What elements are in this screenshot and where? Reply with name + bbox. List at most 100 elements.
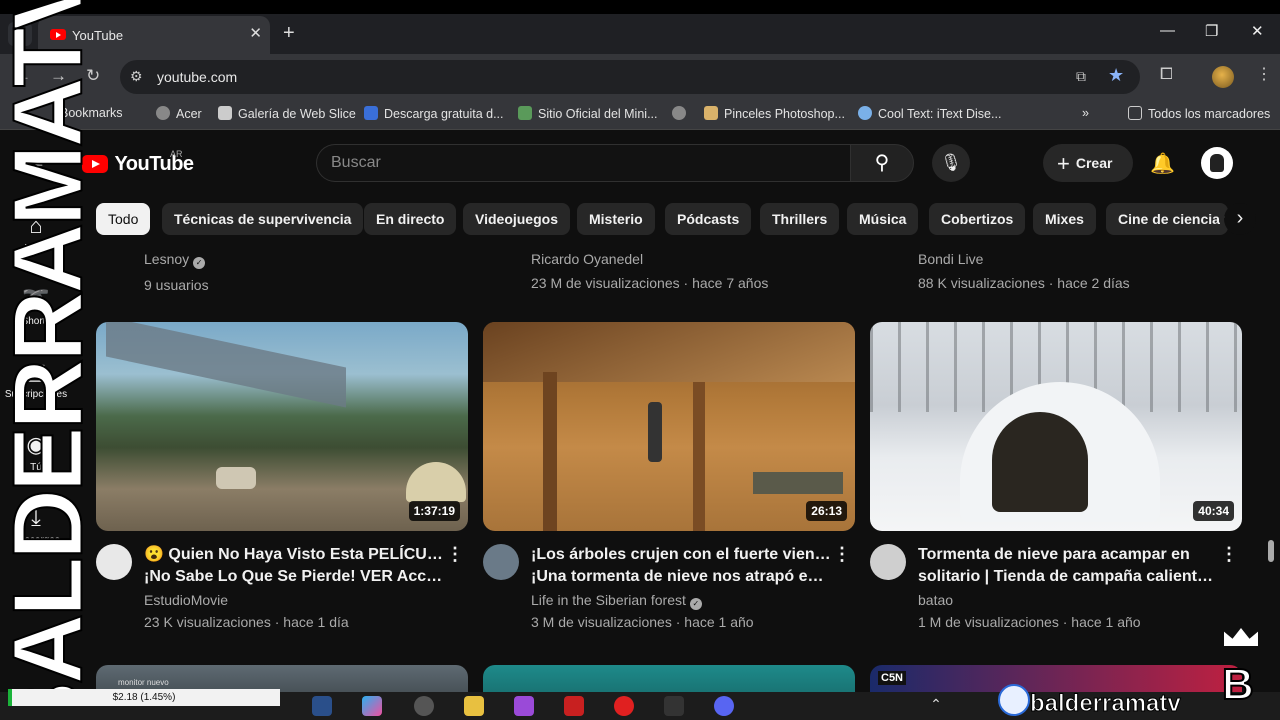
brush-icon bbox=[704, 106, 718, 120]
video-channel[interactable]: Ricardo Oyanedel bbox=[531, 251, 768, 267]
site-info-icon[interactable]: ⚙ bbox=[130, 68, 143, 85]
all-bookmarks[interactable]: Todos los marcadores bbox=[1128, 106, 1270, 121]
app-icon[interactable] bbox=[564, 696, 584, 716]
video-thumbnail[interactable]: 40:34 bbox=[870, 322, 1242, 531]
forward-arrow-icon[interactable]: → bbox=[50, 66, 67, 86]
create-label: Crear bbox=[1075, 155, 1113, 171]
scrollbar-thumb[interactable] bbox=[1268, 540, 1274, 562]
sidebar-item-label: Inicio bbox=[24, 243, 48, 254]
bookmark-item[interactable]: Acer bbox=[156, 106, 202, 121]
chip-thrillers[interactable]: Thrillers bbox=[760, 203, 840, 235]
chip-ciencia-ficcion[interactable]: Cine de ciencia f bbox=[1106, 203, 1228, 235]
chip-videojuegos[interactable]: Videojuegos bbox=[463, 203, 570, 235]
prev-video-meta: Lesnoy ✓ 9 usuarios bbox=[144, 251, 209, 293]
search-input[interactable] bbox=[331, 154, 831, 172]
bookmark-item[interactable]: Pinceles Photoshop... bbox=[704, 106, 845, 121]
channel-avatar[interactable] bbox=[96, 544, 132, 580]
sidebar-item-inicio[interactable]: ⌂ Inicio bbox=[0, 213, 72, 254]
extensions-icon[interactable]: ⧠ bbox=[1160, 66, 1173, 84]
tab-search-button[interactable]: ⌄ bbox=[8, 22, 32, 46]
create-button[interactable]: + Crear bbox=[1043, 144, 1133, 182]
epic-games-icon[interactable] bbox=[664, 696, 684, 716]
bookmark-item[interactable]: Galería de Web Slice bbox=[218, 106, 356, 121]
video-title[interactable]: Tormenta de nieve para acampar en solita… bbox=[918, 544, 1218, 588]
channel-avatar[interactable] bbox=[870, 544, 906, 580]
chip-todo[interactable]: Todo bbox=[96, 203, 151, 235]
channel-avatar[interactable] bbox=[483, 544, 519, 580]
install-app-icon[interactable]: ⧉ bbox=[1076, 68, 1086, 85]
video-card[interactable]: 1:37:19 😮 Quien No Haya Visto Esta PELÍC… bbox=[96, 322, 468, 630]
video-channel[interactable]: Bondi Live bbox=[918, 251, 1130, 267]
bookmark-item[interactable]: Sitio Oficial del Mini... bbox=[518, 106, 657, 121]
steam-icon[interactable] bbox=[312, 696, 332, 716]
video-channel[interactable]: Lesnoy ✓ bbox=[144, 251, 209, 269]
channel-name[interactable]: EstudioMovie bbox=[144, 592, 228, 608]
bookmark-item[interactable]: Cool Text: iText Dise... bbox=[858, 106, 1001, 121]
official-site-icon bbox=[518, 106, 532, 120]
video-stats: 23 K visualizaciones · hace 1 día bbox=[144, 614, 349, 630]
back-arrow-icon[interactable]: ← bbox=[14, 66, 31, 86]
video-thumbnail[interactable]: 1:37:19 bbox=[96, 322, 468, 531]
restore-button[interactable]: ❐ bbox=[1205, 22, 1218, 40]
profile-avatar[interactable] bbox=[1212, 66, 1234, 88]
video-title-line: ¡Una tormenta de nieve nos atrapó en el … bbox=[531, 568, 831, 585]
app-icon[interactable] bbox=[514, 696, 534, 716]
chip-musica[interactable]: Música bbox=[847, 203, 919, 235]
tab-youtube[interactable]: YouTube ✕ bbox=[38, 16, 270, 54]
reload-icon[interactable]: ↻ bbox=[86, 66, 100, 86]
channel-name[interactable]: Life in the Siberian forest ✓ bbox=[531, 592, 702, 610]
chip-en-directo[interactable]: En directo bbox=[364, 203, 457, 235]
account-avatar[interactable] bbox=[1201, 147, 1233, 179]
sidebar-item-label: Suscripciones bbox=[4, 389, 68, 400]
close-tab-icon[interactable]: ✕ bbox=[249, 24, 262, 42]
video-title[interactable]: ¡Los árboles crujen con el fuerte viento… bbox=[531, 544, 831, 588]
sidebar-item-shorts[interactable]: ➰ Shorts bbox=[0, 286, 72, 327]
more-actions-icon[interactable]: ⋮ bbox=[446, 544, 464, 565]
bookmark-star-icon[interactable]: ★ bbox=[1108, 65, 1124, 86]
address-bar[interactable]: ⚙ youtube.com ⧉ ★ bbox=[120, 60, 1140, 94]
sidebar-item-suscripciones[interactable]: ▣ Suscripciones bbox=[0, 359, 72, 400]
video-title[interactable]: 😮 Quien No Haya Visto Esta PELÍCULA... ¡… bbox=[144, 544, 444, 588]
video-duration: 40:34 bbox=[1193, 501, 1234, 521]
video-card[interactable]: 26:13 ¡Los árboles crujen con el fuerte … bbox=[483, 322, 855, 630]
chip-cobertizos[interactable]: Cobertizos bbox=[929, 203, 1026, 235]
more-actions-icon[interactable]: ⋮ bbox=[833, 544, 851, 565]
discord-icon[interactable] bbox=[714, 696, 734, 716]
bookmark-item[interactable]: Descarga gratuita d... bbox=[364, 106, 504, 121]
chips-next-chevron-icon[interactable]: › bbox=[1224, 203, 1256, 235]
youtube-logo[interactable]: YouTube AR bbox=[82, 149, 194, 176]
chip-misterio[interactable]: Misterio bbox=[577, 203, 655, 235]
chip-supervivencia[interactable]: Técnicas de supervivencia bbox=[162, 203, 364, 235]
bookmark-item[interactable] bbox=[672, 106, 692, 121]
sidebar-item-tu[interactable]: ◉ Tú bbox=[0, 432, 72, 473]
search-button[interactable]: ⚲ bbox=[850, 144, 914, 182]
home-icon: ⌂ bbox=[29, 213, 43, 238]
video-thumbnail[interactable]: 26:13 bbox=[483, 322, 855, 531]
minimize-button[interactable]: — bbox=[1160, 22, 1175, 39]
opera-icon[interactable] bbox=[614, 696, 634, 716]
chip-podcasts[interactable]: Pódcasts bbox=[665, 203, 752, 235]
hamburger-menu-icon[interactable]: ☰ bbox=[26, 153, 44, 178]
bookmark-item[interactable]: Bookmarks bbox=[60, 106, 123, 120]
tray-chevron-icon[interactable]: ⌃ bbox=[926, 696, 946, 716]
video-card[interactable]: 40:34 Tormenta de nieve para acampar en … bbox=[870, 322, 1242, 630]
more-actions-icon[interactable]: ⋮ bbox=[1220, 544, 1238, 565]
voice-search-button[interactable]: 🎙 bbox=[932, 144, 970, 182]
channel-name[interactable]: batao bbox=[918, 592, 953, 608]
chip-mixes[interactable]: Mixes bbox=[1033, 203, 1096, 235]
url-text[interactable]: youtube.com bbox=[157, 69, 237, 85]
browser-menu-icon[interactable]: ⋮ bbox=[1256, 64, 1272, 84]
new-tab-button[interactable]: + bbox=[283, 22, 295, 44]
close-window-button[interactable]: ✕ bbox=[1251, 22, 1264, 40]
bookmarks-overflow[interactable]: » bbox=[1082, 106, 1089, 120]
country-code: AR bbox=[170, 149, 183, 159]
obs-icon[interactable] bbox=[414, 696, 434, 716]
apps-grid-icon[interactable]: ⊞ bbox=[12, 106, 22, 121]
file-explorer-icon[interactable] bbox=[464, 696, 484, 716]
copilot-icon[interactable] bbox=[362, 696, 382, 716]
webslice-icon bbox=[218, 106, 232, 120]
youtube-favicon-icon bbox=[50, 29, 66, 40]
video-title-line: Tormenta de nieve para acampar en bbox=[918, 546, 1190, 563]
notifications-bell-icon[interactable]: 🔔 bbox=[1150, 151, 1175, 176]
sidebar-item-descargas[interactable]: ⤓ Descargas bbox=[0, 505, 72, 546]
